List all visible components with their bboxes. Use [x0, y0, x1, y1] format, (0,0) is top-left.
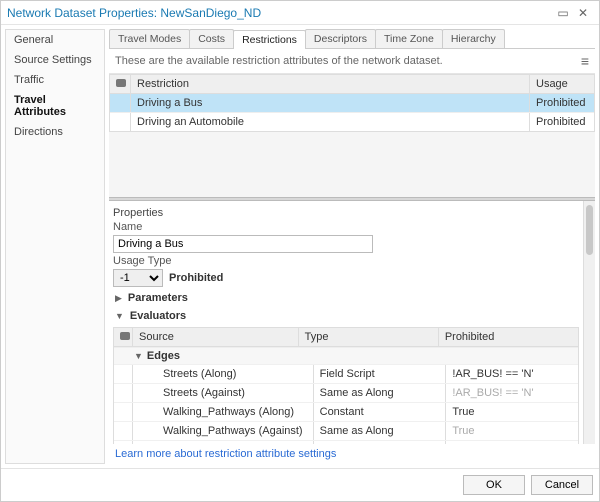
- dialog-body: GeneralSource SettingsTrafficTravel Attr…: [1, 25, 599, 468]
- row-icon-cell: [110, 113, 130, 131]
- evaluator-type: Field Script: [313, 365, 446, 383]
- restrictions-table: Restriction Usage Driving a BusProhibite…: [109, 74, 595, 132]
- chevron-right-icon: ▶: [115, 293, 122, 304]
- restrictions-empty-area: [109, 132, 595, 197]
- evaluator-type: Same as Along: [313, 384, 446, 402]
- row-icon-cell: [114, 403, 132, 421]
- tab-description-row: These are the available restriction attr…: [109, 49, 595, 74]
- sidebar-item-source-settings[interactable]: Source Settings: [6, 50, 104, 70]
- eval-header-icon: [114, 328, 132, 346]
- evaluator-prohibited: !AR_BUS! == 'N': [445, 384, 578, 402]
- restriction-usage: Prohibited: [529, 94, 594, 112]
- restrictions-header-row: Restriction Usage: [110, 75, 594, 94]
- tab-costs[interactable]: Costs: [189, 29, 234, 48]
- row-icon-cell: [114, 384, 132, 402]
- header-icon-cell: [110, 75, 130, 93]
- title-bar: Network Dataset Properties: NewSanDiego_…: [1, 1, 599, 25]
- restriction-row[interactable]: Driving an AutomobileProhibited: [110, 112, 594, 131]
- main-panel: Travel ModesCostsRestrictionsDescriptors…: [109, 29, 595, 464]
- cancel-button[interactable]: Cancel: [531, 475, 593, 495]
- sidebar-item-traffic[interactable]: Traffic: [6, 70, 104, 90]
- header-restriction[interactable]: Restriction: [130, 75, 529, 93]
- tab-strip: Travel ModesCostsRestrictionsDescriptors…: [109, 29, 595, 49]
- evaluator-source: Streets (Along): [132, 365, 313, 383]
- restriction-row[interactable]: Driving a BusProhibited: [110, 94, 594, 112]
- row-icon-cell: [114, 422, 132, 440]
- evaluator-row[interactable]: Walking_Pathways (Against)Same as AlongT…: [114, 421, 578, 440]
- parameters-expander[interactable]: ▶ Parameters: [113, 289, 579, 307]
- properties-scrollbar[interactable]: [583, 201, 595, 444]
- parameters-label: Parameters: [128, 292, 188, 304]
- dialog-footer: OK Cancel: [1, 468, 599, 501]
- evaluator-prohibited: True: [445, 403, 578, 421]
- evaluator-source: Streets (Against): [132, 384, 313, 402]
- evaluator-row[interactable]: Streets (Against)Same as Along!AR_BUS! =…: [114, 383, 578, 402]
- sidebar-item-travel-attributes[interactable]: Travel Attributes: [6, 90, 104, 122]
- comment-icon: [120, 332, 130, 340]
- restriction-name: Driving a Bus: [130, 94, 529, 112]
- eval-header-prohibited[interactable]: Prohibited: [438, 328, 578, 346]
- evaluators-header-row: Source Type Prohibited: [114, 328, 578, 347]
- menu-icon[interactable]: ≡: [581, 53, 589, 69]
- evaluator-row[interactable]: Walking_Pathways (Along)ConstantTrue: [114, 402, 578, 421]
- chevron-down-icon: ▼: [134, 351, 143, 361]
- properties-scroll: Properties Name Usage Type -1 Prohibited…: [109, 201, 583, 444]
- tab-travel-modes[interactable]: Travel Modes: [109, 29, 190, 48]
- sidebar: GeneralSource SettingsTrafficTravel Attr…: [5, 29, 105, 464]
- evaluator-type: Same as Along: [313, 422, 446, 440]
- scrollbar-thumb[interactable]: [586, 205, 593, 255]
- properties-area: Properties Name Usage Type -1 Prohibited…: [109, 201, 595, 444]
- evaluators-label: Evaluators: [130, 310, 186, 322]
- minimize-icon[interactable]: ▭: [553, 6, 573, 20]
- comment-icon: [116, 79, 126, 87]
- sidebar-item-general[interactable]: General: [6, 30, 104, 50]
- tab-restrictions[interactable]: Restrictions: [233, 30, 306, 49]
- usage-type-label: Usage Type: [113, 255, 579, 267]
- evaluators-table: Source Type Prohibited ▼ Edges Streets (Al…: [113, 327, 579, 444]
- evaluator-group-edges[interactable]: ▼ Edges: [114, 347, 578, 364]
- properties-heading: Properties: [113, 207, 579, 219]
- usage-type-select[interactable]: -1: [113, 269, 163, 287]
- restriction-usage: Prohibited: [529, 113, 594, 131]
- usage-type-text: Prohibited: [169, 272, 223, 284]
- window-title: Network Dataset Properties: NewSanDiego_…: [7, 6, 553, 20]
- name-input[interactable]: [113, 235, 373, 253]
- evaluator-source: Walking_Pathways (Against): [132, 422, 313, 440]
- ok-button[interactable]: OK: [463, 475, 525, 495]
- tab-time-zone[interactable]: Time Zone: [375, 29, 443, 48]
- close-icon[interactable]: ✕: [573, 6, 593, 20]
- header-usage[interactable]: Usage: [529, 75, 594, 93]
- evaluator-row[interactable]: Streets (Along)Field Script!AR_BUS! == '…: [114, 364, 578, 383]
- dialog-window: Network Dataset Properties: NewSanDiego_…: [0, 0, 600, 502]
- name-label: Name: [113, 221, 579, 233]
- restriction-name: Driving an Automobile: [130, 113, 529, 131]
- evaluator-source: Walking_Pathways (Along): [132, 403, 313, 421]
- evaluator-type: Constant: [313, 403, 446, 421]
- learn-more-link[interactable]: Learn more about restriction attribute s…: [109, 444, 595, 464]
- eval-header-type[interactable]: Type: [298, 328, 438, 346]
- chevron-down-icon: ▼: [115, 311, 124, 321]
- group-label: Edges: [147, 350, 180, 362]
- sidebar-item-directions[interactable]: Directions: [6, 122, 104, 142]
- tab-hierarchy[interactable]: Hierarchy: [442, 29, 505, 48]
- eval-header-source[interactable]: Source: [132, 328, 298, 346]
- row-icon-cell: [110, 94, 130, 112]
- evaluator-prohibited: !AR_BUS! == 'N': [445, 365, 578, 383]
- evaluators-expander[interactable]: ▼ Evaluators: [113, 307, 579, 325]
- evaluator-prohibited: True: [445, 422, 578, 440]
- tab-descriptors[interactable]: Descriptors: [305, 29, 376, 48]
- tab-description-text: These are the available restriction attr…: [115, 55, 443, 67]
- row-icon-cell: [114, 365, 132, 383]
